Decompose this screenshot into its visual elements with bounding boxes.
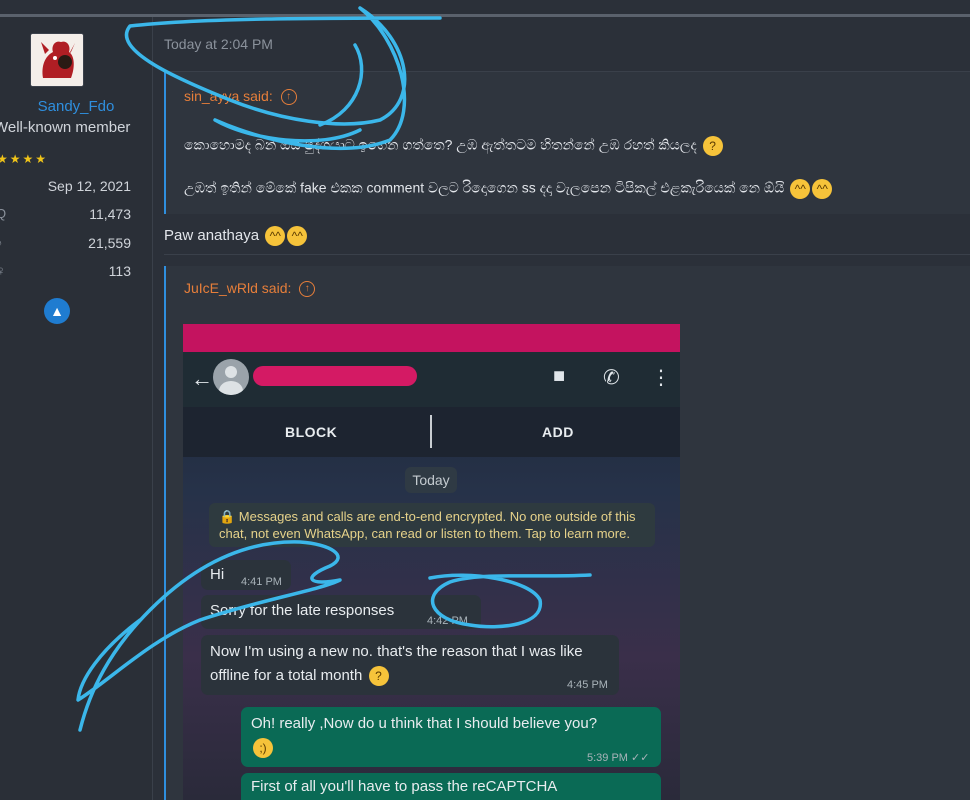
joined-date: Sep 12, 2021 (47, 178, 131, 194)
laughing-emoji-icon: ^^ (812, 179, 833, 199)
reply-text: Paw anathaya ^^ ^^ (164, 226, 308, 246)
chevron-up-icon: ▲ (50, 303, 64, 319)
laughing-emoji-icon: ^^ (287, 226, 308, 246)
avatar[interactable] (30, 33, 84, 87)
post-timestamp[interactable]: Today at 2:04 PM (164, 36, 273, 52)
redaction-bar (183, 324, 680, 352)
message-text-label: Oh! really ,Now do u think that I should… (251, 715, 598, 732)
rating-stars: ★★★★ (0, 152, 49, 166)
add-button: ADD (542, 424, 574, 440)
message-time-label: 5:39 PM (587, 752, 628, 764)
contact-avatar (213, 359, 249, 395)
block-button: BLOCK (285, 424, 338, 440)
thinking-emoji-icon: ? (702, 136, 723, 156)
like-icon: ♪ (0, 235, 3, 250)
message-bubble-sent: Oh! really ,Now do u think that I should… (241, 707, 661, 767)
message-bubble-sent: First of all you'll have to pass the reC… (241, 773, 661, 800)
redacted-contact-name (253, 366, 417, 386)
message-text: First of all you'll have to pass the reC… (251, 778, 558, 795)
quote-block: sin_ayya said: ↑ කොහොමද බන් ඔය පුද්ගයාට … (164, 71, 970, 214)
arrow-up-circle-icon[interactable]: ↑ (299, 281, 316, 298)
back-arrow-icon: ← (191, 366, 213, 391)
message-bubble: Sorry for the late responses 4:42 PM (201, 595, 481, 629)
avatar-image (31, 34, 83, 86)
quote-author-link[interactable]: JuIcE_wRld said: ↑ (184, 280, 316, 298)
message-text: Now I'm using a new no. that's the reaso… (210, 640, 600, 688)
sidebar-divider (152, 17, 153, 800)
message-time: 4:41 PM (241, 576, 282, 588)
double-check-icon: ✓✓ (631, 752, 650, 764)
quote-line-1-text: කොහොමද බන් ඔය පුද්ගයාට ඉගෙන ගත්තෙ? උඹ ඇත… (184, 136, 697, 153)
points-count: 113 (108, 263, 131, 279)
laughing-emoji-icon: ^^ (790, 179, 811, 199)
quote-line-1: කොහොමද බන් ඔය පුද්ගයාට ඉගෙන ගත්තෙ? උඹ ඇත… (184, 136, 723, 156)
username-link[interactable]: Sandy_Fdo (0, 98, 152, 115)
post-divider (164, 254, 970, 255)
message-text: Hi (210, 566, 225, 583)
reactions-count: 21,559 (88, 235, 131, 251)
phone-icon: ✆ (603, 367, 620, 389)
points-stat: ♀ 113 (0, 263, 152, 283)
smirk-emoji-icon: ;) (253, 738, 273, 759)
reply-text-label: Paw anathaya (164, 226, 260, 244)
quote-line-2: උඹත් ඉතින් මේකේ fake එකක comment වලට රිද… (184, 179, 833, 199)
user-title: Well-known member (0, 119, 131, 136)
expand-collapse-button[interactable]: ▲ (44, 298, 70, 324)
quote-author-label: sin_ayya said: (184, 88, 273, 104)
unknown-contact-actions: BLOCK ADD (183, 407, 680, 457)
messages-stat: Q 11,473 (0, 206, 152, 226)
chat-header: ← ■ ✆ ⋮ (183, 352, 680, 407)
message-icon: Q (0, 206, 7, 221)
reactions-stat: ♪ 21,559 (0, 235, 152, 255)
arrow-up-circle-icon[interactable]: ↑ (280, 89, 297, 106)
message-time: 5:39 PM ✓✓ (587, 751, 649, 764)
thinking-emoji-icon: ? (368, 666, 389, 687)
grin-emoji-icon: ^^ (265, 226, 286, 246)
trophy-icon: ♀ (0, 263, 6, 278)
more-options-icon: ⋮ (651, 367, 671, 389)
attached-screenshot[interactable]: ← ■ ✆ ⋮ BLOCK ADD Today 🔒 Messages and c… (183, 324, 680, 800)
quote-author-link[interactable]: sin_ayya said: ↑ (184, 88, 297, 106)
encryption-notice: 🔒 Messages and calls are end-to-end encr… (209, 503, 655, 547)
top-bar (0, 0, 970, 14)
message-bubble: Now I'm using a new no. that's the reaso… (201, 635, 619, 695)
message-text: Sorry for the late responses (210, 602, 395, 619)
quote-line-2-text: උඹත් ඉතින් මේකේ fake එකක comment වලට රිද… (184, 179, 785, 196)
video-call-icon: ■ (553, 365, 566, 387)
message-bubble: Hi 4:41 PM (201, 560, 291, 590)
message-time: 4:42 PM (427, 615, 468, 627)
action-separator (430, 415, 432, 448)
message-text-label: Now I'm using a new no. that's the reaso… (210, 643, 583, 684)
quote-author-label: JuIcE_wRld said: (184, 280, 292, 296)
date-chip: Today (405, 467, 457, 493)
messages-count: 11,473 (89, 206, 131, 222)
message-time: 4:45 PM (567, 679, 608, 691)
joined-row: Sep 12, 2021 (0, 178, 152, 198)
